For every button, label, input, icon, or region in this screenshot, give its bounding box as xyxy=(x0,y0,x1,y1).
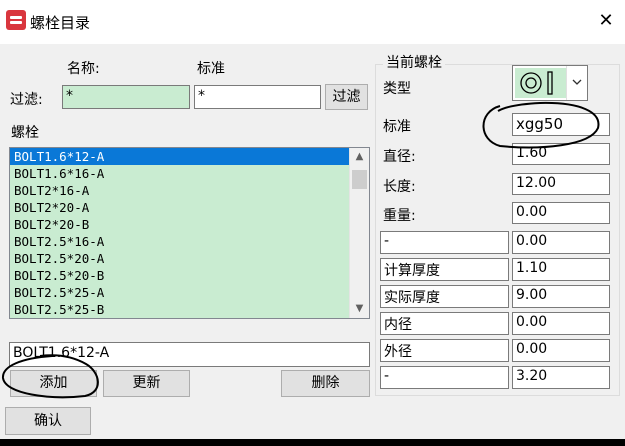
property-value-cell[interactable]: 3.20 xyxy=(512,366,610,389)
list-item[interactable]: BOLT2*20-B xyxy=(10,216,369,233)
scroll-up-icon[interactable]: ▲ xyxy=(350,148,369,166)
property-value-cell[interactable]: 9.00 xyxy=(512,285,610,308)
update-button[interactable]: 更新 xyxy=(103,370,190,397)
property-value-cell[interactable]: 0.00 xyxy=(512,339,610,362)
standard-filter-input[interactable]: * xyxy=(194,85,321,109)
standard-column-header: 标准 xyxy=(197,61,225,77)
bolt-type-image xyxy=(515,68,567,98)
property-name-cell[interactable]: 实际厚度 xyxy=(380,285,509,308)
property-name-cell[interactable]: 外径 xyxy=(380,339,509,362)
bolt-list-label: 螺栓 xyxy=(11,125,39,141)
confirm-button[interactable]: 确认 xyxy=(5,407,91,435)
type-combobox[interactable] xyxy=(512,65,588,101)
type-label: 类型 xyxy=(383,81,411,97)
diameter-label: 直径: xyxy=(383,149,416,165)
filter-button[interactable]: 过滤 xyxy=(325,84,368,110)
window-title: 螺栓目录 xyxy=(30,14,91,32)
list-item[interactable]: BOLT1.6*12-A xyxy=(10,148,369,165)
standard-label: 标准 xyxy=(383,119,411,135)
selected-bolt-input[interactable]: BOLT1.6*12-A xyxy=(9,342,370,367)
list-item[interactable]: BOLT2*20-A xyxy=(10,199,369,216)
list-item[interactable]: BOLT2.5*16-A xyxy=(10,233,369,250)
property-name-cell[interactable]: - xyxy=(380,231,509,254)
property-value-cell[interactable]: 0.00 xyxy=(512,312,610,335)
property-name-cell[interactable]: - xyxy=(380,366,509,389)
weight-value[interactable]: 0.00 xyxy=(512,202,610,224)
bolt-catalog-dialog: 螺栓目录 ✕ 名称: 标准 过滤: * * 过滤 螺栓 BOLT1.6*12-A… xyxy=(0,0,625,439)
diameter-value[interactable]: 1.60 xyxy=(512,143,610,165)
list-item[interactable]: BOLT2.5*20-B xyxy=(10,267,369,284)
length-label: 长度: xyxy=(383,179,416,195)
scroll-thumb[interactable] xyxy=(352,170,367,189)
title-bar: 螺栓目录 ✕ xyxy=(0,0,625,44)
scroll-down-icon[interactable]: ▼ xyxy=(350,300,369,318)
bolt-list-scrollbar[interactable]: ▲ ▼ xyxy=(349,148,369,318)
app-icon xyxy=(6,10,26,30)
standard-value[interactable]: xgg50 xyxy=(512,113,610,136)
list-item[interactable]: BOLT2.5*20-A xyxy=(10,250,369,267)
bolt-list[interactable]: BOLT1.6*12-A BOLT1.6*16-A BOLT2*16-A BOLT2*… xyxy=(9,147,370,319)
length-value[interactable]: 12.00 xyxy=(512,173,610,195)
property-name-cell[interactable]: 内径 xyxy=(380,312,509,335)
add-button[interactable]: 添加 xyxy=(10,370,97,397)
name-filter-input[interactable]: * xyxy=(62,85,190,109)
weight-label: 重量: xyxy=(383,208,416,224)
chevron-down-icon[interactable] xyxy=(566,66,587,100)
bolt-list-items: BOLT1.6*12-A BOLT1.6*16-A BOLT2*16-A BOLT2*… xyxy=(10,148,369,318)
property-value-cell[interactable]: 0.00 xyxy=(512,231,610,254)
list-item[interactable]: BOLT1.6*16-A xyxy=(10,165,369,182)
list-item[interactable]: BOLT2.5*25-A xyxy=(10,284,369,301)
property-name-cell[interactable]: 计算厚度 xyxy=(380,258,509,281)
filter-label: 过滤: xyxy=(10,92,43,108)
list-item[interactable]: BOLT2.5*25-B xyxy=(10,301,369,318)
list-item[interactable]: BOLT2*16-A xyxy=(10,182,369,199)
delete-button[interactable]: 删除 xyxy=(281,370,370,397)
name-column-header: 名称: xyxy=(67,61,100,77)
property-value-cell[interactable]: 1.10 xyxy=(512,258,610,281)
close-icon[interactable]: ✕ xyxy=(596,9,616,33)
current-bolt-group-title: 当前螺栓 xyxy=(383,52,445,72)
